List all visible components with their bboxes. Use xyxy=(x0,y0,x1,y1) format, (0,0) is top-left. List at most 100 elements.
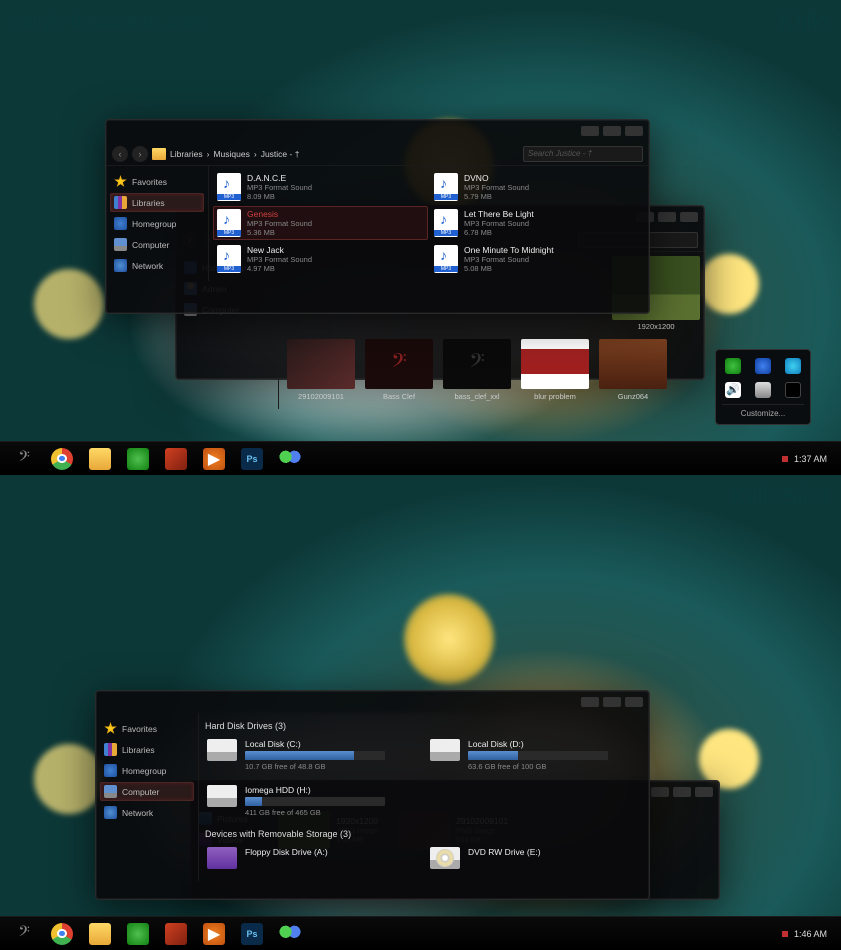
file-item[interactable]: Let There Be Light MP3 Format Sound 6.78… xyxy=(430,206,645,240)
taskbar-chrome[interactable] xyxy=(44,921,80,947)
drive-item[interactable]: Local Disk (C:) 10.7 GB free of 48.8 GB xyxy=(203,737,422,779)
watermark-url: nittiyh.deviantart.com xyxy=(10,8,207,34)
thumbnail-row: 29102009101 𝄢Bass Clef 𝄢bass_clef_xxl bl… xyxy=(283,335,700,405)
libraries-icon xyxy=(114,196,127,209)
taskbar-explorer[interactable] xyxy=(82,921,118,947)
content: D.A.N.C.E MP3 Format Sound 8.09 MB DVNO … xyxy=(208,166,649,281)
breadcrumb[interactable]: Libraries › Musiques › Justice - † xyxy=(152,148,519,160)
desktop-kiilki: nittiyh.deviantart.com Kiilki ‹ › Homegr… xyxy=(0,0,841,475)
file-item[interactable]: DVNO MP3 Format Sound 5.79 MB xyxy=(430,170,645,204)
min-button[interactable] xyxy=(651,787,669,797)
file-grid: D.A.N.C.E MP3 Format Sound 8.09 MB DVNO … xyxy=(213,170,645,276)
max-button[interactable] xyxy=(603,697,621,707)
removable-item[interactable]: DVD RW Drive (E:) xyxy=(426,845,645,877)
network-icon xyxy=(114,259,127,272)
drive-icon xyxy=(430,739,460,761)
thumbnail[interactable]: 𝄢bass_clef_xxl xyxy=(441,339,513,401)
thumbnail[interactable]: Gunz064 xyxy=(597,339,669,401)
mp3-icon xyxy=(434,245,458,273)
homegroup-icon xyxy=(114,217,127,230)
clock[interactable]: 1:46 AM xyxy=(782,929,835,939)
sidebar-item-homegroup[interactable]: Homegroup xyxy=(100,761,194,780)
start-button[interactable]: 𝄢 xyxy=(6,446,42,472)
taskbar-photoshop[interactable]: Ps xyxy=(234,446,270,472)
max-button[interactable] xyxy=(673,787,691,797)
back-icon[interactable]: ‹ xyxy=(112,146,128,162)
close-button[interactable] xyxy=(695,787,713,797)
tray-icon[interactable] xyxy=(755,382,771,398)
homegroup-icon xyxy=(104,764,117,777)
tray-popup: 🔊 Customize... xyxy=(715,349,811,425)
fwd-icon[interactable]: › xyxy=(132,146,148,162)
taskbar-msn[interactable] xyxy=(272,446,308,472)
taskbar-utorrent[interactable] xyxy=(120,921,156,947)
drive-icon xyxy=(207,785,237,807)
titlebar xyxy=(106,120,649,142)
sidebar-item-favorites[interactable]: Favorites xyxy=(100,719,194,738)
explorer-front[interactable]: ‹ › Libraries › Musiques › Justice - † S… xyxy=(105,119,650,314)
floppy-icon xyxy=(207,847,237,869)
titlebar xyxy=(96,691,649,713)
sidebar-item-computer[interactable]: Computer xyxy=(110,235,204,254)
file-item[interactable]: Genesis MP3 Format Sound 5.36 MB xyxy=(213,206,428,240)
mp3-icon xyxy=(217,209,241,237)
file-item[interactable]: New Jack MP3 Format Sound 4.97 MB xyxy=(213,242,428,276)
tray-icon[interactable] xyxy=(785,358,801,374)
taskbar-explorer[interactable] xyxy=(82,446,118,472)
customize-link[interactable]: Customize... xyxy=(722,404,804,418)
min-button[interactable] xyxy=(581,126,599,136)
taskbar-wmp[interactable]: ▶ xyxy=(196,921,232,947)
volume-icon[interactable]: 🔊 xyxy=(725,382,741,398)
start-button[interactable]: 𝄢 xyxy=(6,921,42,947)
sidebar-item-libraries[interactable]: Libraries xyxy=(100,740,194,759)
min-button[interactable] xyxy=(581,697,599,707)
bass-clef-icon: 𝄢 xyxy=(18,448,30,469)
taskbar-chrome[interactable] xyxy=(44,446,80,472)
taskbar-msn[interactable] xyxy=(272,921,308,947)
taskbar-guitar[interactable] xyxy=(158,446,194,472)
drive-item[interactable]: Iomega HDD (H:) 411 GB free of 465 GB xyxy=(203,783,422,825)
drive-item[interactable]: Local Disk (D:) 63.6 GB free of 100 GB xyxy=(426,737,645,779)
computer-icon xyxy=(114,238,127,251)
taskbar-guitar[interactable] xyxy=(158,921,194,947)
mp3-icon xyxy=(217,245,241,273)
taskbar-utorrent[interactable] xyxy=(120,446,156,472)
thumbnail[interactable]: blur problem xyxy=(519,339,591,401)
file-item[interactable]: D.A.N.C.E MP3 Format Sound 8.09 MB xyxy=(213,170,428,204)
dvd-icon xyxy=(430,847,460,869)
thumbnail[interactable]: 29102009101 xyxy=(285,339,357,401)
max-button[interactable] xyxy=(603,126,621,136)
taskbar-wmp[interactable]: ▶ xyxy=(196,446,232,472)
removable-item[interactable]: Floppy Disk Drive (A:) xyxy=(203,845,422,877)
section-header: Devices with Removable Storage (3) xyxy=(203,825,645,845)
tray-icon[interactable] xyxy=(755,358,771,374)
sidebar-item-network[interactable]: Network xyxy=(100,803,194,822)
computer-icon xyxy=(104,785,117,798)
sidebar-item-favorites[interactable]: Favorites xyxy=(110,172,204,191)
section-header: Hard Disk Drives (3) xyxy=(203,717,645,737)
clock[interactable]: 1:37 AM xyxy=(782,454,835,464)
sidebar-item-computer[interactable]: Computer xyxy=(100,782,194,801)
tray-icon[interactable] xyxy=(785,382,801,398)
sidebar-item-libraries[interactable]: Libraries xyxy=(110,193,204,212)
taskbar-photoshop[interactable]: Ps xyxy=(234,921,270,947)
bass-clef-icon: 𝄢 xyxy=(18,923,30,944)
thumbnail[interactable]: 𝄢Bass Clef xyxy=(363,339,435,401)
libraries-icon xyxy=(104,743,117,756)
sidebar-item-homegroup[interactable]: Homegroup xyxy=(110,214,204,233)
sidebar-item-network[interactable]: Network xyxy=(110,256,204,275)
max-button[interactable] xyxy=(658,212,676,222)
close-button[interactable] xyxy=(625,697,643,707)
search-input[interactable]: Search Justice - † xyxy=(523,146,643,162)
network-icon xyxy=(104,806,117,819)
explorer-front[interactable]: Favorites Libraries Homegroup Computer N… xyxy=(95,690,650,900)
file-item[interactable]: One Minute To Midnight MP3 Format Sound … xyxy=(430,242,645,276)
mp3-icon xyxy=(217,173,241,201)
theme-name: Kiilki xyxy=(779,6,829,37)
close-button[interactable] xyxy=(680,212,698,222)
sidebar: Favorites Libraries Homegroup Computer N… xyxy=(106,166,208,281)
close-button[interactable] xyxy=(625,126,643,136)
navbar: ‹ › Libraries › Musiques › Justice - † S… xyxy=(106,142,649,166)
tray-icon[interactable] xyxy=(725,358,741,374)
folder-icon xyxy=(152,148,166,160)
